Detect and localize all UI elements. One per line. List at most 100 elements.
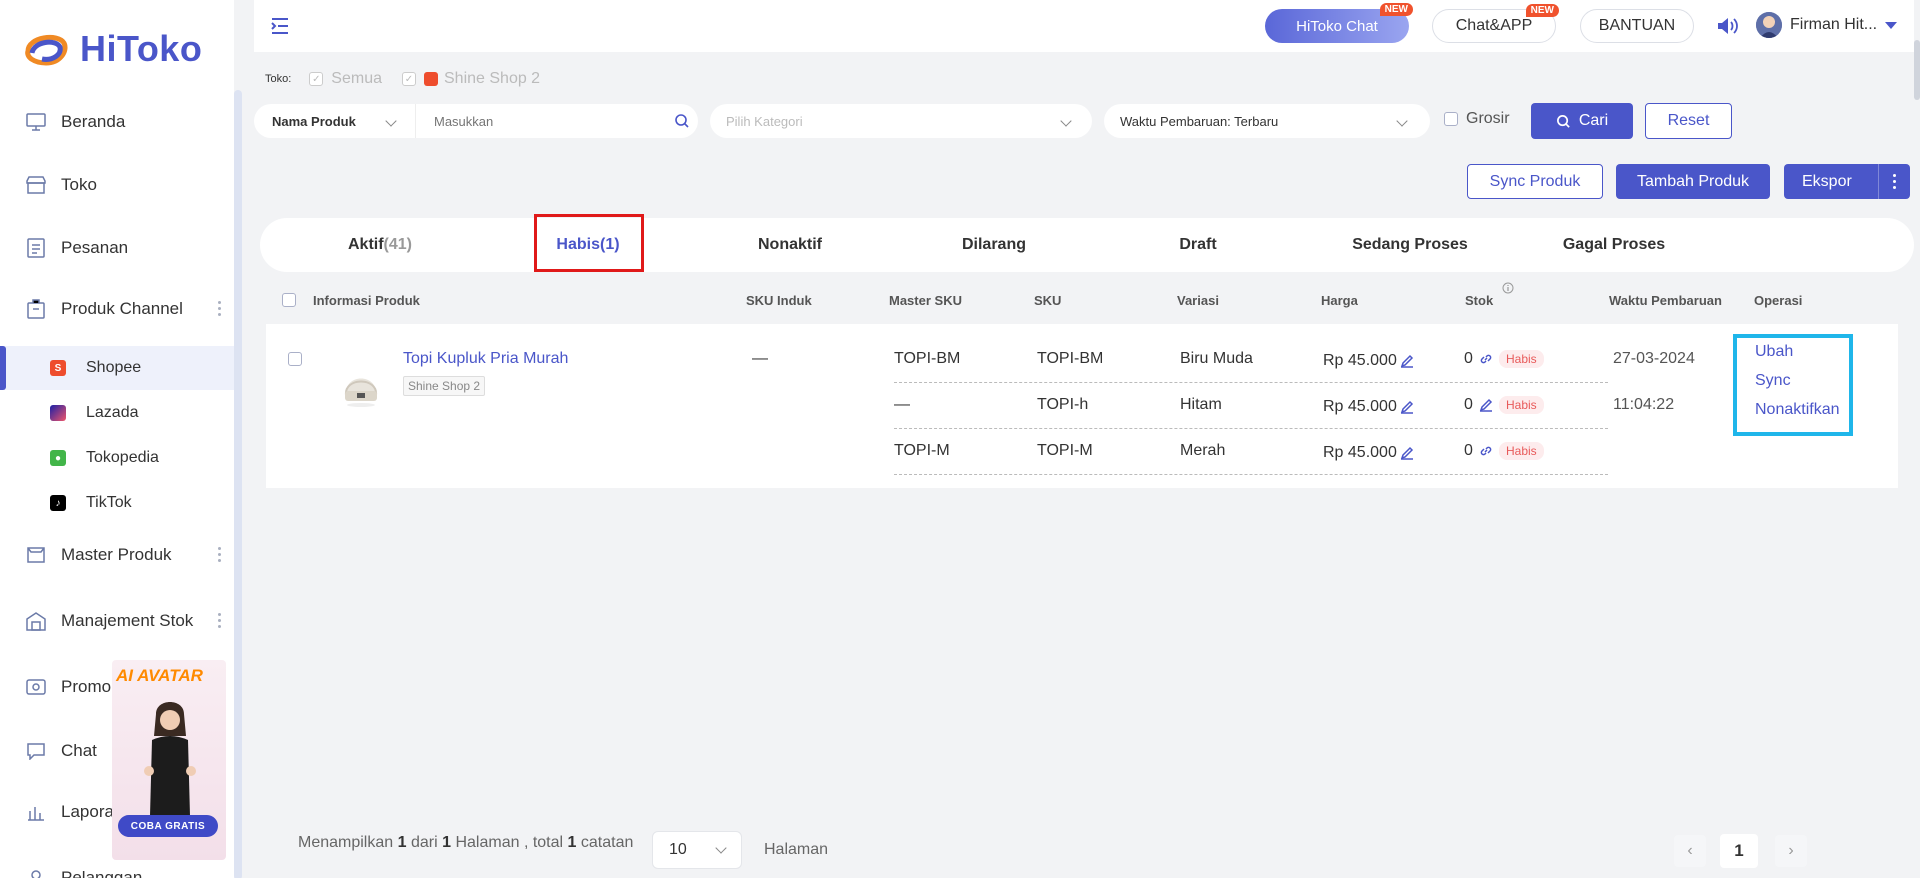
coba-gratis-button[interactable]: COBA GRATIS — [118, 815, 218, 837]
link-icon[interactable] — [1479, 352, 1493, 366]
shopee-icon — [424, 72, 438, 86]
user-menu[interactable]: Firman Hit... — [1756, 12, 1898, 38]
sidebar-scrollbar[interactable] — [234, 90, 242, 878]
sku-value: TOPI-M — [1037, 442, 1093, 459]
ekspor-button[interactable]: Ekspor — [1784, 164, 1910, 199]
sidebar-subitem-lazada[interactable]: Lazada — [0, 391, 234, 435]
page-size-select[interactable]: 10 — [652, 831, 742, 869]
edit-stock-icon[interactable] — [1479, 398, 1493, 412]
more-icon[interactable] — [218, 613, 222, 628]
sidebar-item-produk-channel[interactable]: Produk Channel — [0, 287, 234, 331]
sidebar-item-label: Produk Channel — [61, 299, 183, 318]
tambah-produk-button[interactable]: Tambah Produk — [1616, 164, 1770, 199]
prev-page-button[interactable]: ‹ — [1674, 835, 1706, 867]
page-scrollbar[interactable] — [1914, 0, 1920, 878]
footer-page: 1 — [397, 834, 407, 851]
tab-label: Nonaktif — [758, 236, 822, 253]
sidebar-item-pesanan[interactable]: Pesanan — [0, 226, 234, 270]
speaker-icon[interactable] — [1716, 16, 1738, 36]
chat-app-button[interactable]: Chat&APP NEW — [1432, 4, 1559, 43]
tab-gagal-proses[interactable]: Gagal Proses — [1526, 218, 1702, 272]
edit-price-icon[interactable] — [1400, 354, 1414, 368]
row-checkbox[interactable] — [288, 352, 302, 366]
stok-value: 0 — [1464, 442, 1473, 459]
bantuan-button[interactable]: BANTUAN — [1580, 9, 1694, 43]
chevron-down-icon — [385, 115, 397, 127]
select-all-checkbox[interactable] — [282, 293, 296, 307]
tab-count: (41) — [383, 236, 412, 253]
sort-select[interactable]: Waktu Pembaruan: Terbaru — [1104, 104, 1430, 138]
shopee-icon: S — [50, 360, 66, 376]
semua-checkbox[interactable]: ✓ — [309, 72, 324, 86]
search-input[interactable] — [434, 113, 674, 129]
sidebar-item-label: Master Produk — [61, 545, 172, 564]
table-header: Informasi Produk SKU Induk Master SKU SK… — [266, 282, 1906, 314]
sidebar-item-manajement-stok[interactable]: Manajement Stok — [0, 599, 234, 643]
current-page[interactable]: 1 — [1720, 834, 1758, 868]
footer-text: Halaman , total — [455, 834, 564, 851]
sidebar-item-toko[interactable]: Toko — [0, 163, 234, 207]
reset-button[interactable]: Reset — [1645, 103, 1732, 139]
tab-dilarang[interactable]: Dilarang — [934, 218, 1054, 272]
tab-aktif[interactable]: Aktif (41) — [290, 218, 470, 272]
ai-avatar-banner[interactable]: AI AVATAR COBA GRATIS — [112, 660, 226, 860]
sidebar-subitem-label: Lazada — [86, 404, 139, 421]
master-sku-value: — — [894, 396, 910, 413]
sidebar-item-label: Pesanan — [61, 238, 129, 257]
hitoko-chat-button[interactable]: HiToko Chat NEW — [1265, 3, 1413, 43]
bantuan-label: BANTUAN — [1598, 17, 1676, 34]
search-button[interactable]: Cari — [1531, 103, 1633, 139]
tab-sedang-proses[interactable]: Sedang Proses — [1322, 218, 1498, 272]
more-vertical-icon[interactable] — [1878, 164, 1910, 199]
tab-draft[interactable]: Draft — [1138, 218, 1258, 272]
sidebar-item-master-produk[interactable]: Master Produk — [0, 533, 234, 577]
search-icon — [1556, 114, 1570, 128]
tab-label: Aktif — [347, 236, 384, 253]
ekspor-label: Ekspor — [1802, 172, 1852, 190]
shop-tag: Shine Shop 2 — [403, 376, 486, 396]
edit-price-icon[interactable] — [1400, 400, 1414, 414]
scrollbar-thumb[interactable] — [1914, 40, 1920, 100]
menu-collapse-icon[interactable] — [270, 16, 290, 36]
search-button-label: Cari — [1578, 112, 1609, 129]
next-page-button[interactable]: › — [1775, 835, 1807, 867]
search-icon[interactable] — [674, 113, 690, 129]
tab-nonaktif[interactable]: Nonaktif — [730, 218, 850, 272]
footer-total: 1 — [567, 834, 577, 851]
tokopedia-icon: ● — [50, 450, 66, 466]
variasi-value: Merah — [1180, 442, 1226, 459]
link-icon[interactable] — [1479, 444, 1493, 458]
sidebar-item-beranda[interactable]: Beranda — [0, 100, 234, 144]
grosir-checkbox[interactable] — [1444, 112, 1458, 126]
grosir-label: Grosir — [1466, 110, 1510, 127]
new-badge: NEW — [1379, 3, 1413, 16]
master-product-icon — [26, 545, 46, 565]
ai-banner-title: AI AVATAR — [116, 666, 203, 685]
field-select[interactable]: Nama Produk — [254, 104, 416, 138]
edit-price-icon[interactable] — [1400, 446, 1414, 460]
product-thumbnail[interactable] — [340, 359, 382, 409]
sort-select-value: Waktu Pembaruan: Terbaru — [1120, 113, 1279, 129]
sidebar-subitem-tiktok[interactable]: ♪ TikTok — [0, 481, 234, 525]
sync-link[interactable]: Sync — [1755, 372, 1791, 390]
product-search-group: Nama Produk — [254, 104, 698, 138]
shop-checkbox[interactable]: ✓ — [402, 72, 416, 86]
scrollbar-thumb[interactable] — [234, 90, 242, 878]
logo[interactable]: HiToko — [20, 28, 202, 70]
warehouse-icon — [26, 611, 46, 631]
sidebar-item-label: Lapora — [61, 802, 114, 821]
chat-icon — [26, 741, 46, 761]
nonaktifkan-link[interactable]: Nonaktifkan — [1755, 401, 1840, 419]
grosir-filter[interactable]: Grosir — [1444, 110, 1510, 128]
more-icon[interactable] — [218, 547, 222, 562]
info-icon[interactable] — [1502, 282, 1514, 294]
ubah-link[interactable]: Ubah — [1755, 343, 1793, 361]
pagination-summary: Menampilkan 1 dari 1 Halaman , total 1 c… — [298, 834, 633, 852]
product-name-link[interactable]: Topi Kupluk Pria Murah — [403, 350, 568, 368]
stok-value: 0 — [1464, 350, 1473, 367]
sidebar-subitem-tokopedia[interactable]: ● Tokopedia — [0, 436, 234, 480]
category-select[interactable]: Pilih Kategori — [710, 104, 1092, 138]
more-icon[interactable] — [218, 301, 222, 316]
sidebar-subitem-shopee[interactable]: S Shopee — [0, 346, 234, 390]
sync-produk-button[interactable]: Sync Produk — [1467, 164, 1603, 199]
